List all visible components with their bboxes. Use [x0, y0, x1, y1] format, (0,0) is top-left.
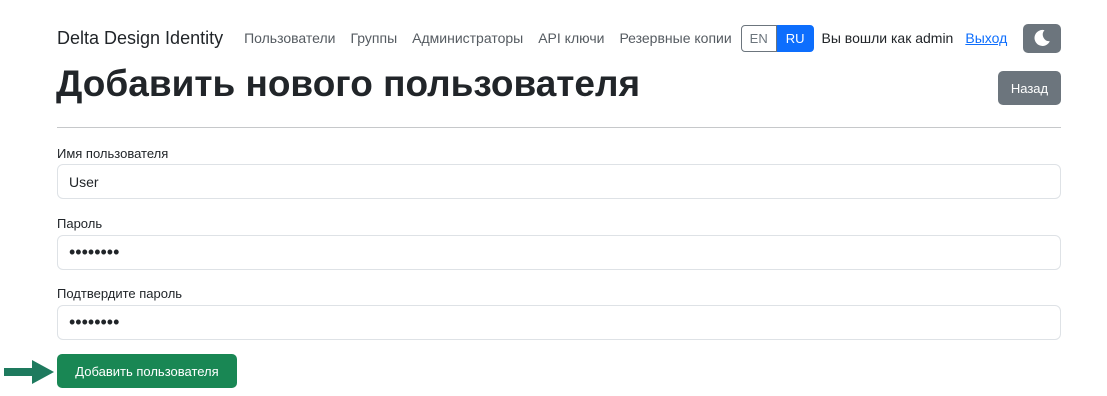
password-label: Пароль [57, 216, 103, 231]
nav-link-groups[interactable]: Группы [350, 30, 397, 46]
language-switcher: EN RU [740, 24, 814, 52]
nav-links: Пользователи Группы Администраторы API к… [244, 30, 747, 46]
navbar: Delta Design Identity Пользователи Групп… [57, 22, 1061, 54]
theme-toggle-button[interactable] [1023, 23, 1061, 53]
moon-icon [1034, 29, 1050, 46]
lang-en-button[interactable]: EN [740, 24, 777, 52]
confirm-password-label: Подтвердите пароль [57, 286, 183, 301]
divider [57, 127, 1061, 128]
nav-link-admins[interactable]: Администраторы [412, 30, 523, 46]
nav-link-users[interactable]: Пользователи [244, 30, 335, 46]
brand-title[interactable]: Delta Design Identity [57, 28, 223, 49]
back-button[interactable]: Назад [998, 71, 1061, 105]
logged-in-status: Вы вошли как admin [821, 30, 954, 46]
page-title: Добавить нового пользователя [56, 63, 641, 104]
nav-link-backups[interactable]: Резервные копии [619, 30, 731, 46]
add-user-button[interactable]: Добавить пользователя [57, 354, 237, 388]
confirm-password-input[interactable]: •••••••• [57, 305, 1061, 340]
username-label: Имя пользователя [57, 146, 169, 161]
password-input[interactable]: •••••••• [57, 235, 1061, 270]
username-input[interactable]: User [57, 164, 1061, 199]
arrow-right-icon [4, 360, 54, 384]
nav-link-api-keys[interactable]: API ключи [538, 30, 604, 46]
logout-link[interactable]: Выход [965, 30, 1007, 46]
lang-ru-button[interactable]: RU [776, 24, 814, 52]
page: Delta Design Identity Пользователи Групп… [0, 0, 1107, 396]
